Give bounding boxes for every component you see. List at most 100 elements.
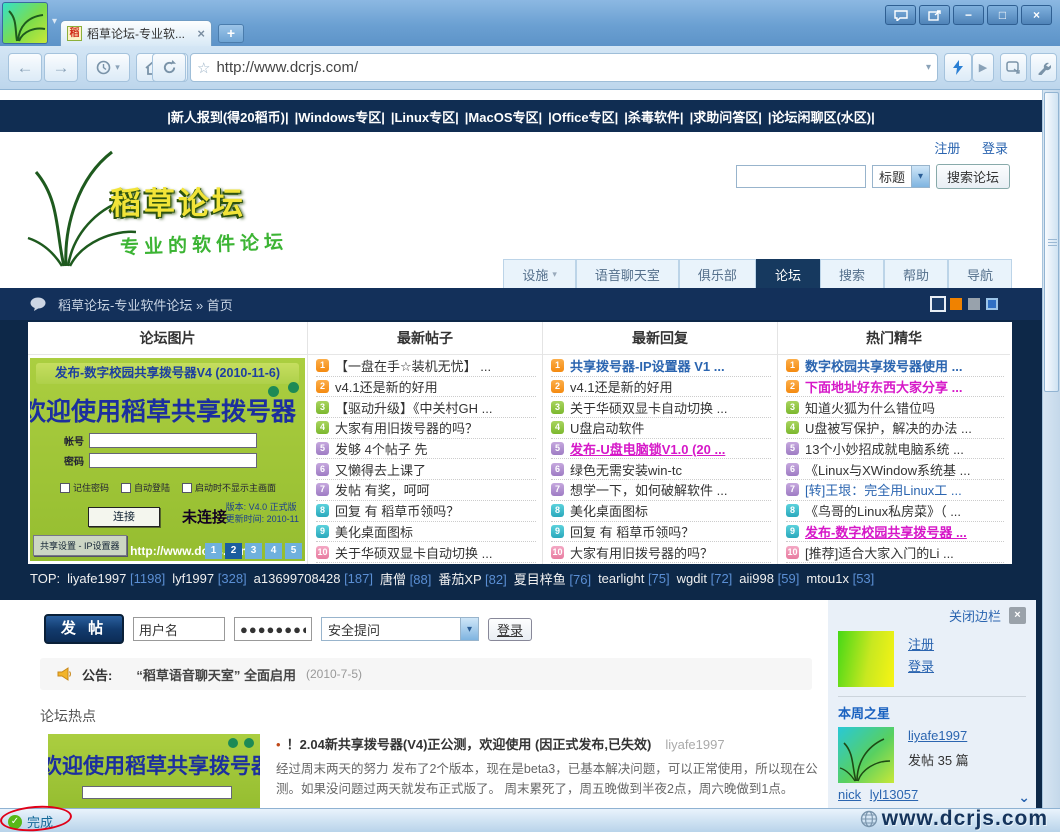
top-user[interactable]: aii998 [59]	[739, 571, 799, 586]
close-sidebar-icon[interactable]: ×	[1009, 607, 1026, 624]
list-item[interactable]: 1共享拨号器-IP设置器 V1 ...	[551, 356, 771, 377]
list-item[interactable]: 4U盘被写保护，解决的办法 ...	[786, 418, 1004, 439]
tab-forum-active[interactable]: 论坛	[756, 259, 820, 288]
top-user[interactable]: 夏目梓鱼 [76]	[514, 569, 591, 588]
sidebar-login-link[interactable]: 登录	[908, 656, 934, 675]
url-dropdown-icon[interactable]: ▾	[926, 62, 931, 73]
style-square-lightblue[interactable]	[986, 298, 998, 310]
app-menu-dropdown-icon[interactable]: ▾	[52, 16, 57, 27]
search-input[interactable]	[736, 165, 866, 188]
list-item[interactable]: 2v4.1还是新的好用	[316, 377, 536, 398]
star-avatar[interactable]	[838, 727, 894, 783]
scrollbar-thumb[interactable]	[1044, 92, 1059, 392]
nav-link-linux[interactable]: |Linux专区|	[391, 107, 459, 126]
quick-dial-button[interactable]	[944, 53, 972, 82]
close-sidebar-link[interactable]: 关闭边栏	[949, 606, 1001, 625]
list-item[interactable]: 8回复 有 稻草币领吗？	[316, 501, 536, 522]
url-input[interactable]	[216, 59, 920, 76]
tab-search[interactable]: 搜索	[820, 259, 884, 288]
nav-link-help[interactable]: |求助问答区|	[690, 107, 762, 126]
list-item[interactable]: 6《Linux与XWindow系统基 ...	[786, 459, 1004, 480]
list-item[interactable]: 1【一盘在手☆装机无忧】 ...	[316, 356, 536, 377]
list-item[interactable]: 9回复 有 稻草币领吗？	[551, 522, 771, 543]
browser-scrollbar[interactable]	[1042, 90, 1060, 808]
page-5[interactable]: 5	[285, 543, 302, 559]
list-item[interactable]: 2v4.1还是新的好用	[551, 377, 771, 398]
list-item[interactable]: 6绿色无需安装win-tc	[551, 459, 771, 480]
hot-topic-title[interactable]: ！2.04新共享拨号器(V4)正公测，欢迎使用 (因正式发布,已失效)	[287, 737, 652, 752]
nav-link-newbie[interactable]: |新人报到(得20稻币)|	[167, 107, 288, 126]
list-item[interactable]: 9发布-数字校园共享拨号器 ...	[786, 522, 1004, 543]
forum-image-dialer-screenshot[interactable]: 发布-数字校园共享拨号器V4 (2010-11-6) 欢迎使用稻草共享拨号器 帐…	[30, 358, 305, 561]
tab-facilities[interactable]: 设施 ▾	[503, 259, 576, 288]
tab-close-icon[interactable]: ×	[197, 26, 205, 41]
announcement-text[interactable]: “稻草语音聊天室” 全面启用	[136, 665, 296, 684]
list-item[interactable]: 9美化桌面图标	[316, 522, 536, 543]
list-item[interactable]: 7想学一下，如何破解软件 ...	[551, 480, 771, 501]
page-3[interactable]: 3	[245, 543, 262, 559]
top-user[interactable]: 番茄XP [82]	[438, 569, 506, 588]
top-user[interactable]: liyafe1997 [1198]	[67, 571, 165, 586]
list-item[interactable]: 7发帖 有奖，呵呵	[316, 480, 536, 501]
nick-link[interactable]: nick	[838, 787, 861, 802]
top-user[interactable]: tearlight [75]	[598, 571, 670, 586]
list-item[interactable]: 513个小妙招成就电脑系统 ...	[786, 439, 1004, 460]
reload-button[interactable]	[152, 53, 186, 82]
list-item[interactable]: 8美化桌面图标	[551, 501, 771, 522]
new-post-button[interactable]: 发 帖	[44, 614, 124, 644]
register-link[interactable]: 注册	[934, 141, 960, 156]
page-1[interactable]: 1	[205, 543, 222, 559]
list-item[interactable]: 4大家有用旧拨号器的吗？	[316, 418, 536, 439]
tab-voice-chat[interactable]: 语音聊天室	[576, 259, 679, 288]
popout-window-button[interactable]	[919, 5, 950, 25]
style-square-orange[interactable]	[950, 298, 962, 310]
announcement-bar[interactable]: 公告: “稻草语音聊天室” 全面启用 (2010-7-5)	[40, 658, 812, 690]
snip-tool-button[interactable]	[1000, 53, 1027, 82]
list-item[interactable]: 8《鸟哥的Linux私房菜》（ ...	[786, 501, 1004, 522]
hot-topic-thumbnail[interactable]: 欢迎使用稻草共享拨号器	[48, 734, 260, 808]
list-item[interactable]: 3关于华硕双显卡自动切换 ...	[551, 397, 771, 418]
feedback-bubble-button[interactable]	[885, 5, 916, 25]
history-button[interactable]: ▾	[86, 53, 130, 82]
list-item[interactable]: 10[推荐]适合大家入门的Li ...	[786, 542, 1004, 563]
tools-wrench-button[interactable]	[1030, 53, 1057, 82]
minimize-button[interactable]: −	[953, 5, 984, 25]
new-tab-button[interactable]: +	[218, 24, 244, 43]
style-square-blue-active[interactable]	[932, 298, 944, 310]
page-2-active[interactable]: 2	[225, 543, 242, 559]
nav-link-macos[interactable]: |MacOS专区|	[465, 107, 542, 126]
nick-user-link[interactable]: lyl13057	[870, 787, 918, 802]
top-user[interactable]: 唐僧 [88]	[380, 569, 431, 588]
maximize-button[interactable]: □	[987, 5, 1018, 25]
scroll-down-icon[interactable]: ⌄	[1018, 789, 1030, 806]
list-item[interactable]: 10大家有用旧拨号器的吗？	[551, 542, 771, 563]
tab-club[interactable]: 俱乐部	[679, 259, 756, 288]
security-question-select[interactable]: 安全提问 ▾	[321, 617, 479, 641]
nav-link-office[interactable]: |Office专区|	[548, 107, 618, 126]
login-submit-button[interactable]: 登录	[488, 618, 532, 641]
close-button[interactable]: ×	[1021, 5, 1052, 25]
tab-navigation[interactable]: 导航	[948, 259, 1012, 288]
back-button[interactable]: ←	[8, 53, 42, 82]
forum-logo[interactable]: 稻草论坛 专业的软件论坛	[26, 138, 366, 278]
list-item[interactable]: 5发够 4个帖子 先	[316, 439, 536, 460]
list-item[interactable]: 2下面地址好东西大家分享 ...	[786, 377, 1004, 398]
nav-link-chat[interactable]: |论坛闲聊区(水区)|	[768, 107, 875, 126]
list-item[interactable]: 5发布-U盘电脑锁V1.0 (20 ...	[551, 439, 771, 460]
forward-button[interactable]: →	[44, 53, 78, 82]
nav-link-windows[interactable]: |Windows专区|	[295, 107, 385, 126]
go-button[interactable]: ▶	[972, 53, 994, 82]
star-user-link[interactable]: liyafe1997	[908, 728, 967, 743]
list-item[interactable]: 10关于华硕双显卡自动切换 ...	[316, 542, 536, 563]
list-item[interactable]: 4U盘启动软件	[551, 418, 771, 439]
top-user[interactable]: wgdit [72]	[677, 571, 733, 586]
breadcrumb[interactable]: 稻草论坛-专业软件论坛 » 首页	[58, 295, 233, 314]
search-forum-button[interactable]: 搜索论坛	[936, 164, 1010, 189]
browser-tab[interactable]: 稻 稻草论坛-专业软... ×	[60, 20, 212, 46]
username-field[interactable]	[133, 617, 225, 641]
nav-link-antivirus[interactable]: |杀毒软件|	[624, 107, 683, 126]
app-logo-icon[interactable]	[2, 2, 48, 44]
style-square-gray[interactable]	[968, 298, 980, 310]
password-field[interactable]	[234, 617, 312, 641]
hot-topic-author[interactable]: liyafe1997	[665, 737, 724, 752]
